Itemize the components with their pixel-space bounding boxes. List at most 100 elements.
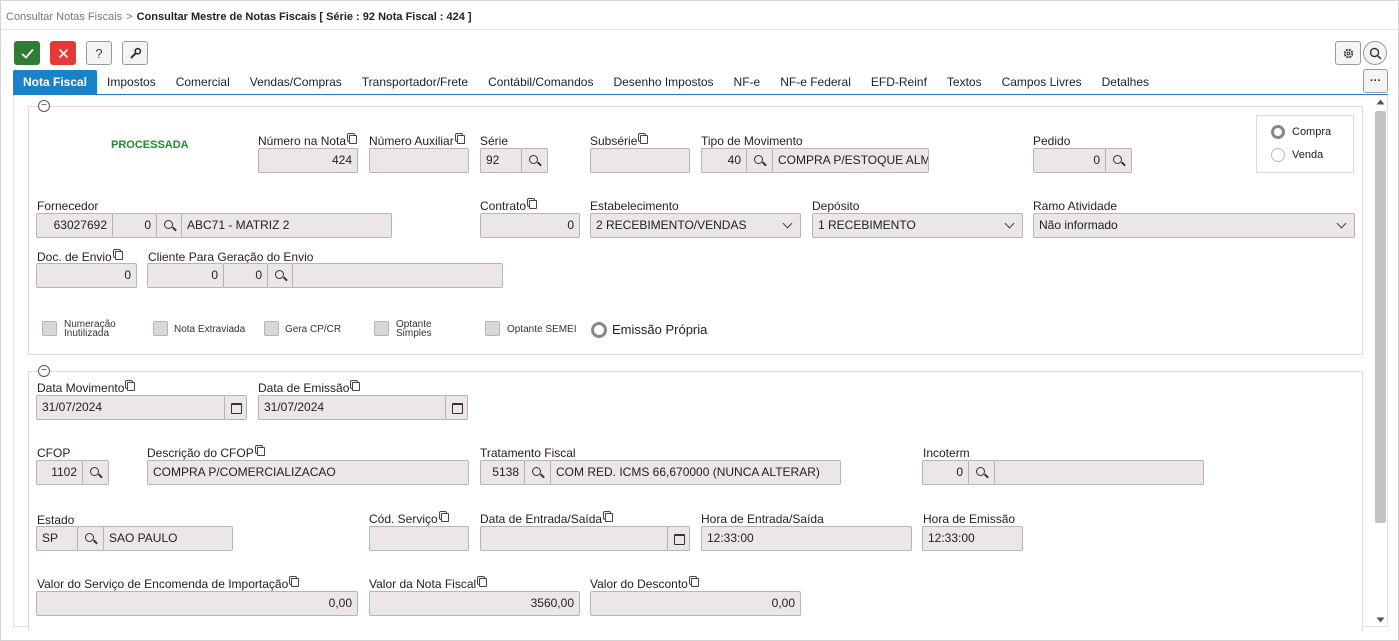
copy-icon[interactable] xyxy=(125,380,136,391)
ramo-atividade-label: Ramo Atividade xyxy=(1033,199,1118,213)
tratamento-fiscal-code-field[interactable]: 5138 xyxy=(480,460,525,485)
nota-extraviada-checkbox[interactable] xyxy=(153,321,168,336)
copy-icon[interactable] xyxy=(350,380,361,391)
data-entrada-saida-field[interactable] xyxy=(480,526,668,551)
tab-campos-livres[interactable]: Campos Livres xyxy=(992,70,1092,94)
optante-simples-label: Optante Simples xyxy=(396,319,432,339)
tratamento-fiscal-search-icon[interactable] xyxy=(524,460,551,485)
descricao-cfop-field: COMPRA P/COMERCIALIZACAO xyxy=(147,460,469,485)
tab-detalhes[interactable]: Detalhes xyxy=(1092,70,1159,94)
emissao-propria-toggle[interactable] xyxy=(591,322,607,338)
tools-button[interactable] xyxy=(122,41,148,65)
cfop-field[interactable]: 1102 xyxy=(36,460,83,485)
numeracao-inutilizada-checkbox[interactable] xyxy=(42,321,57,336)
fornecedor-label: Fornecedor xyxy=(37,199,99,213)
copy-icon[interactable] xyxy=(254,445,265,456)
valor-servico-importacao-field[interactable]: 0,00 xyxy=(36,591,358,616)
cliente-envio-sub-field[interactable]: 0 xyxy=(223,263,268,288)
tab-nf-e-federal[interactable]: NF-e Federal xyxy=(770,70,861,94)
tab-efd-reinf[interactable]: EFD-Reinf xyxy=(861,70,937,94)
estado-search-icon[interactable] xyxy=(77,526,104,551)
valor-desconto-field[interactable]: 0,00 xyxy=(590,591,801,616)
scroll-down-icon[interactable] xyxy=(1376,617,1385,623)
ramo-atividade-select[interactable]: Não informado xyxy=(1033,213,1355,238)
serie-search-icon[interactable] xyxy=(521,148,548,173)
hora-entrada-saida-field[interactable]: 12:33:00 xyxy=(701,526,912,551)
pedido-field[interactable]: 0 xyxy=(1033,148,1106,173)
doc-envio-label: Doc. de Envio xyxy=(37,249,123,264)
estado-code-field[interactable]: SP xyxy=(36,526,78,551)
doc-envio-field[interactable]: 0 xyxy=(36,263,137,288)
contrato-field[interactable]: 0 xyxy=(480,213,580,238)
tab-vendas-compras[interactable]: Vendas/Compras xyxy=(240,70,352,94)
deposito-select[interactable]: 1 RECEBIMENTO xyxy=(812,213,1023,238)
hora-emissao-field[interactable]: 12:33:00 xyxy=(922,526,1023,551)
estabelecimento-select[interactable]: 2 RECEBIMENTO/VENDAS xyxy=(590,213,801,238)
data-movimento-calendar-icon[interactable] xyxy=(224,395,247,420)
venda-radio[interactable] xyxy=(1271,148,1285,162)
optante-semei-checkbox[interactable] xyxy=(485,321,500,336)
gera-cp-cr-checkbox[interactable] xyxy=(264,321,279,336)
valor-nota-fiscal-field[interactable]: 3560,00 xyxy=(369,591,580,616)
data-movimento-field[interactable]: 31/07/2024 xyxy=(36,395,225,420)
copy-icon[interactable] xyxy=(112,249,123,260)
copy-icon[interactable] xyxy=(438,511,449,522)
wrench-icon xyxy=(129,47,141,59)
status-badge: PROCESSADA xyxy=(111,139,189,151)
confirm-button[interactable] xyxy=(14,41,40,65)
numero-nota-field[interactable]: 424 xyxy=(258,148,358,173)
copy-icon[interactable] xyxy=(289,576,300,587)
tab-textos[interactable]: Textos xyxy=(937,70,992,94)
numero-auxiliar-field[interactable] xyxy=(369,148,469,173)
tab-impostos[interactable]: Impostos xyxy=(97,70,166,94)
more-tabs-button[interactable]: ··· xyxy=(1363,69,1388,93)
incoterm-search-icon[interactable] xyxy=(968,460,995,485)
cliente-envio-search-icon[interactable] xyxy=(267,263,294,288)
settings-button[interactable] xyxy=(1335,41,1361,65)
copy-icon[interactable] xyxy=(688,576,699,587)
help-button[interactable]: ? xyxy=(86,41,112,65)
incoterm-code-field[interactable]: 0 xyxy=(922,460,969,485)
global-search-button[interactable] xyxy=(1363,41,1387,65)
cfop-search-icon[interactable] xyxy=(82,460,109,485)
tipo-movimento-search-icon[interactable] xyxy=(746,148,773,173)
tab-transportador-frete[interactable]: Transportador/Frete xyxy=(352,70,478,94)
tab-comercial[interactable]: Comercial xyxy=(166,70,240,94)
tratamento-fiscal-description-field: COM RED. ICMS 66,670000 (NUNCA ALTERAR) xyxy=(550,460,841,485)
copy-icon[interactable] xyxy=(603,511,614,522)
fornecedor-code-field[interactable]: 63027692 xyxy=(36,213,113,238)
compra-radio[interactable] xyxy=(1271,125,1285,139)
fornecedor-search-icon[interactable] xyxy=(156,213,183,238)
copy-icon[interactable] xyxy=(638,133,649,144)
tab-desenho-impostos[interactable]: Desenho Impostos xyxy=(603,70,723,94)
optante-simples-checkbox[interactable] xyxy=(374,321,389,336)
breadcrumb-parent[interactable]: Consultar Notas Fiscais xyxy=(6,11,122,23)
tab-contabil-comandos[interactable]: Contábil/Comandos xyxy=(478,70,603,94)
copy-icon[interactable] xyxy=(454,133,465,144)
gera-cp-cr-label: Gera CP/CR xyxy=(285,324,342,335)
collapse-section-dates-button[interactable]: − xyxy=(38,365,50,377)
tab-nf-e[interactable]: NF-e xyxy=(724,70,771,94)
deposito-label: Depósito xyxy=(812,199,860,213)
operation-type-group xyxy=(1256,115,1354,173)
copy-icon[interactable] xyxy=(347,133,358,144)
valor-servico-importacao-label: Valor do Serviço de Encomenda de Importa… xyxy=(37,576,300,591)
scrollbar-thumb[interactable] xyxy=(1375,111,1386,523)
scroll-up-icon[interactable] xyxy=(1376,99,1385,105)
tipo-movimento-code-field[interactable]: 40 xyxy=(701,148,747,173)
cliente-envio-code-field[interactable]: 0 xyxy=(147,263,224,288)
serie-field[interactable]: 92 xyxy=(480,148,522,173)
data-emissao-calendar-icon[interactable] xyxy=(445,395,468,420)
fornecedor-sub-field[interactable]: 0 xyxy=(112,213,157,238)
cancel-button[interactable] xyxy=(50,41,76,65)
pedido-search-icon[interactable] xyxy=(1105,148,1132,173)
subserie-field[interactable] xyxy=(590,148,690,173)
copy-icon[interactable] xyxy=(527,198,538,209)
data-entrada-saida-calendar-icon[interactable] xyxy=(667,526,690,551)
copy-icon[interactable] xyxy=(477,576,488,587)
collapse-section-general-button[interactable]: − xyxy=(38,100,50,112)
cod-servico-field[interactable] xyxy=(369,526,469,551)
tab-nota-fiscal[interactable]: Nota Fiscal xyxy=(13,70,98,94)
breadcrumb: Consultar Notas Fiscais > Consultar Mestre… xyxy=(6,11,472,23)
data-emissao-field[interactable]: 31/07/2024 xyxy=(258,395,446,420)
